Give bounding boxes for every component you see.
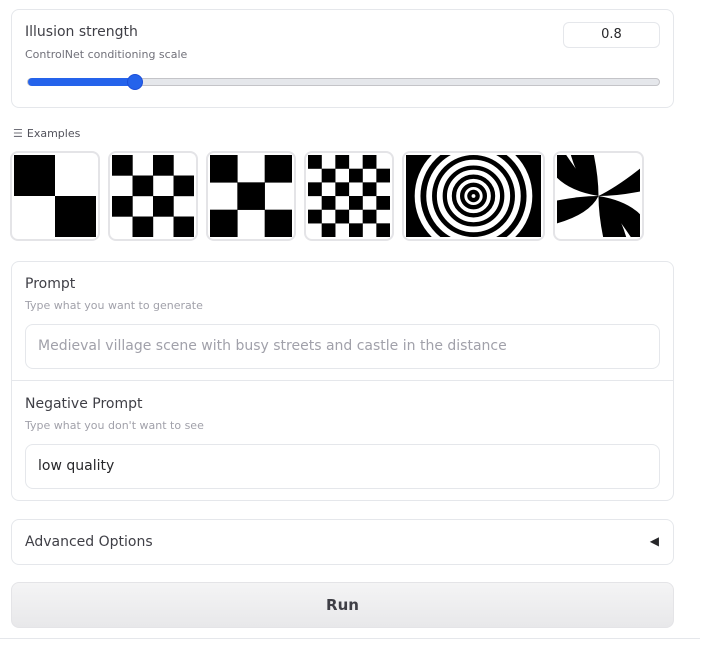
advanced-options-label: Advanced Options	[25, 534, 153, 550]
prompt-title: Prompt	[25, 276, 76, 292]
examples-label: Examples	[26, 127, 81, 140]
negative-prompt-input[interactable]: low quality	[25, 444, 660, 489]
strength-number-input[interactable]: 0.8	[563, 22, 660, 48]
checker-2-image	[14, 155, 96, 237]
example-checker-6[interactable]	[304, 151, 394, 241]
triangle-left-icon: ◀	[649, 534, 659, 548]
example-checker-3[interactable]	[206, 151, 296, 241]
run-button[interactable]: Run	[11, 582, 674, 628]
divider	[0, 638, 700, 639]
checker-6-image	[308, 155, 390, 237]
prompt-panel: Prompt Type what you want to generate Me…	[11, 261, 674, 501]
example-spiral[interactable]	[402, 151, 545, 241]
prompt-placeholder: Medieval village scene with busy streets…	[38, 338, 507, 354]
example-checker-4[interactable]	[108, 151, 198, 241]
slider-fill	[28, 78, 136, 86]
slider-thumb[interactable]	[126, 74, 143, 90]
checker-3-image	[210, 155, 292, 237]
checker-4-image	[112, 155, 194, 237]
illusion-strength-panel: Illusion strength ControlNet conditionin…	[11, 9, 674, 108]
slider-track[interactable]	[27, 78, 660, 86]
prompt-input[interactable]: Medieval village scene with busy streets…	[25, 324, 660, 369]
list-icon: ☰	[13, 127, 23, 140]
example-checker-2[interactable]	[10, 151, 100, 241]
spiral-image	[406, 155, 541, 237]
divider	[12, 380, 673, 381]
negative-prompt-title: Negative Prompt	[25, 396, 143, 412]
slider-subtitle: ControlNet conditioning scale	[25, 48, 188, 61]
advanced-options-accordion[interactable]: Advanced Options ◀	[11, 519, 674, 565]
negative-prompt-subtitle: Type what you don't want to see	[25, 419, 204, 432]
negative-prompt-value: low quality	[38, 458, 115, 474]
prompt-subtitle: Type what you want to generate	[25, 299, 203, 312]
swirl-image	[557, 155, 640, 237]
examples-header: ☰ Examples	[13, 127, 80, 140]
example-swirl[interactable]	[553, 151, 644, 241]
slider-title: Illusion strength	[25, 24, 138, 40]
